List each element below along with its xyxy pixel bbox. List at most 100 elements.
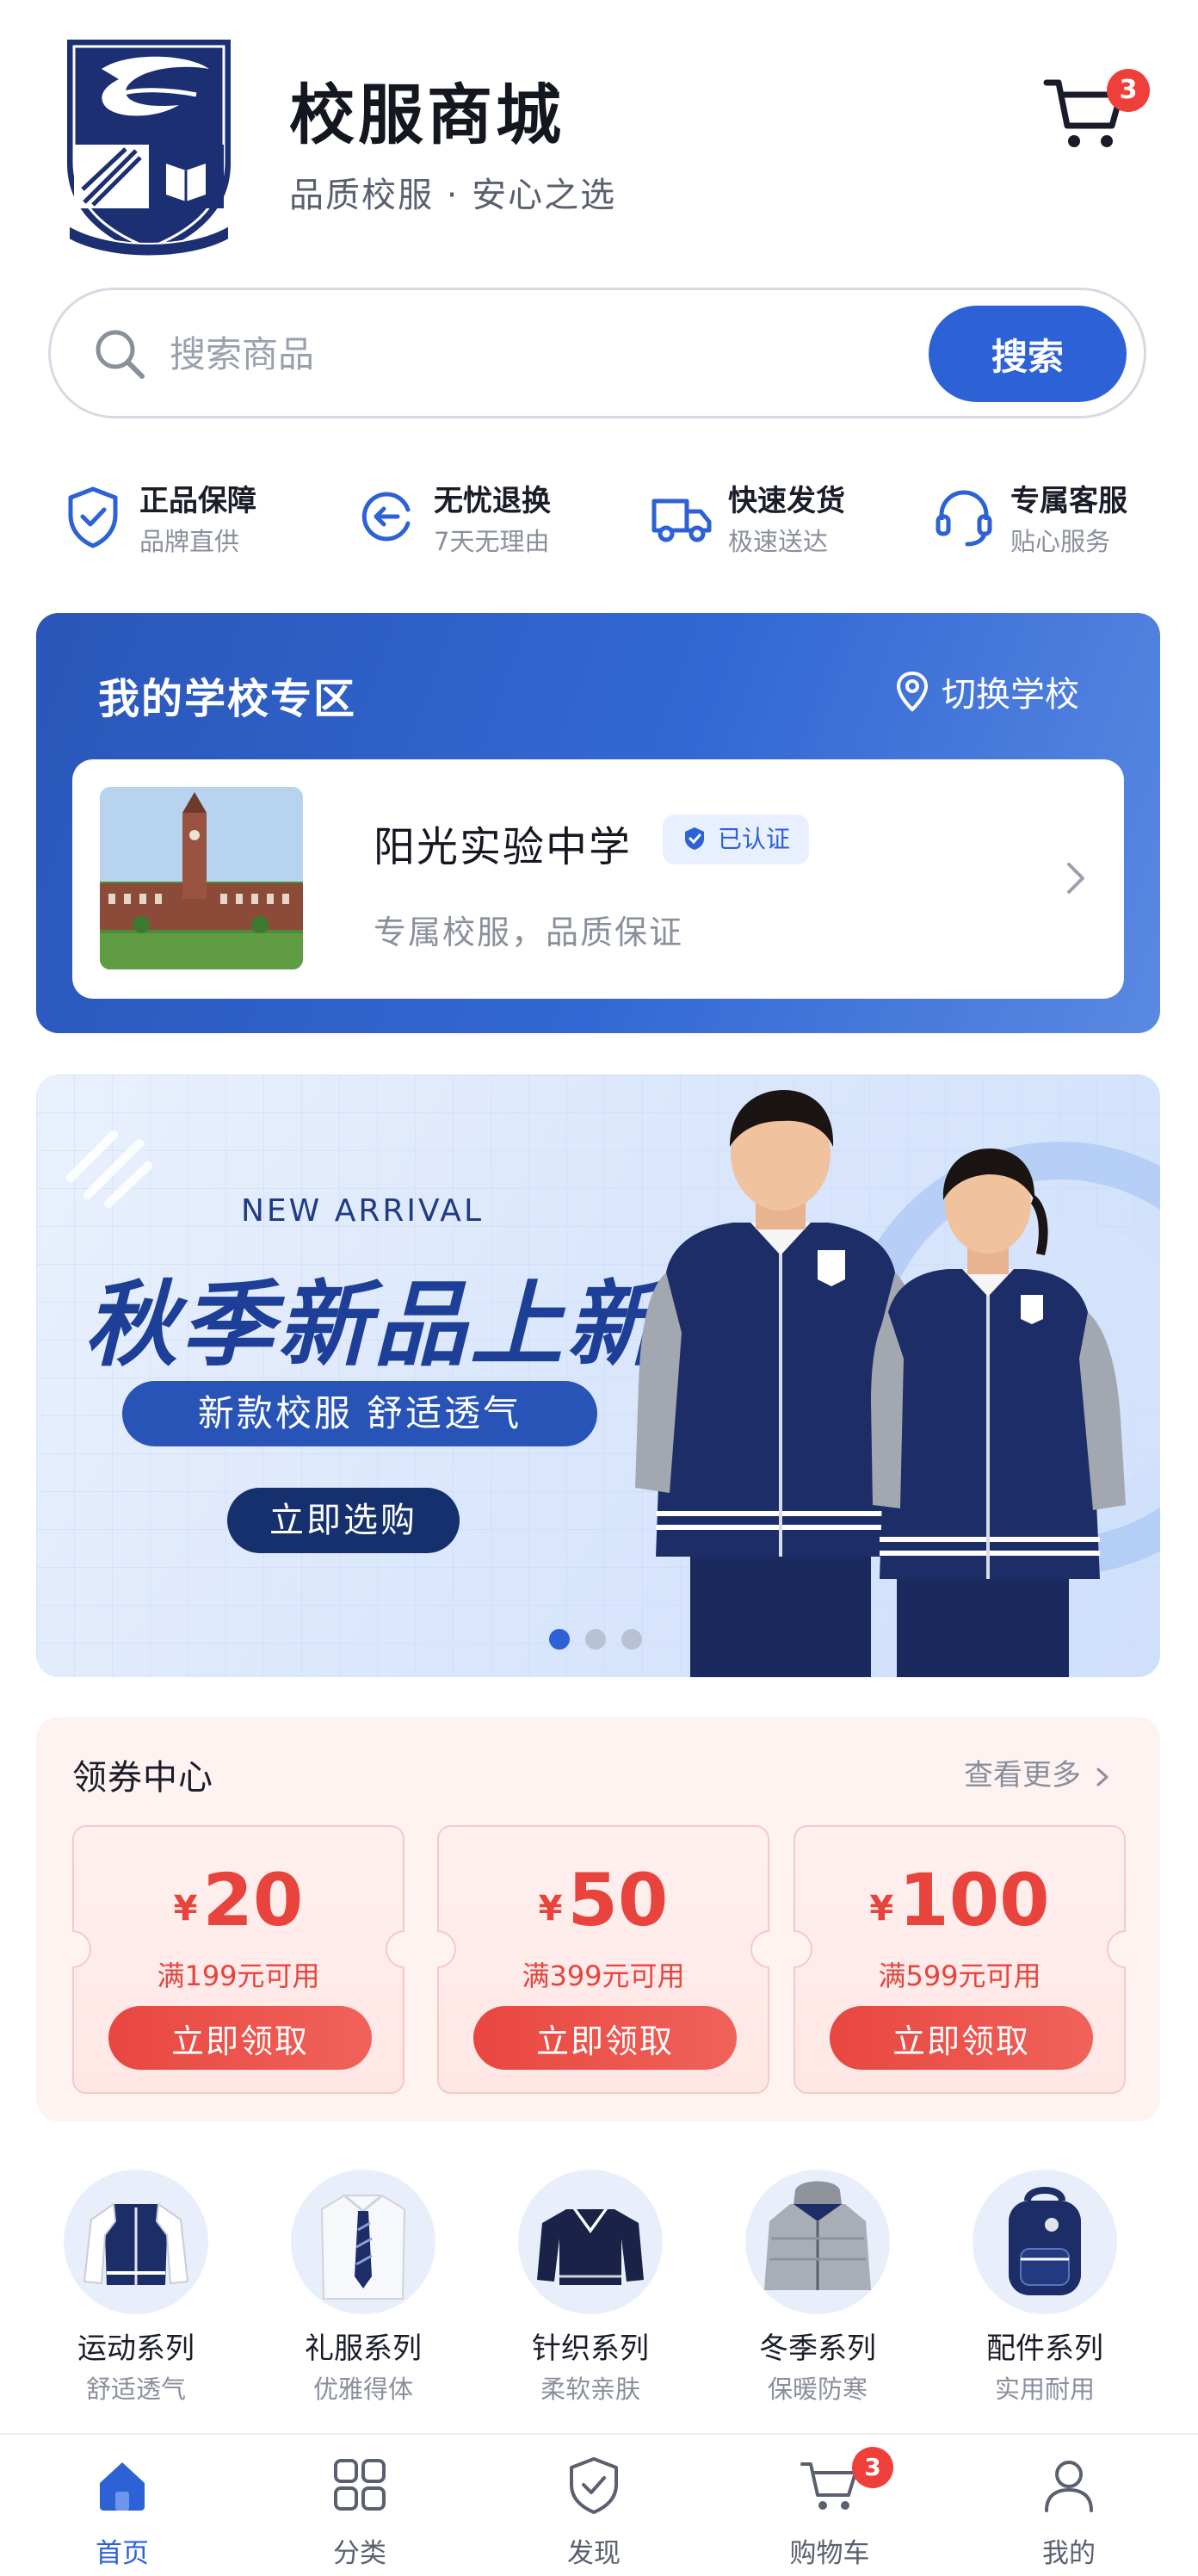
banner-eyebrow: NEW ARRIVAL <box>241 1193 484 1229</box>
tab-discover[interactable]: 发现 <box>491 2435 697 2576</box>
cart-count-badge: 3 <box>1107 69 1150 112</box>
search-button[interactable]: 搜索 <box>929 306 1127 402</box>
category-subtitle: 舒适透气 <box>85 2375 186 2404</box>
tab-profile[interactable]: 我的 <box>966 2435 1172 2576</box>
coupon-amount: ¥20 <box>74 1858 403 1942</box>
coupon-value: 20 <box>202 1858 304 1942</box>
app-subtitle: 品质校服 · 安心之选 <box>289 176 617 215</box>
bottom-tab-bar: 首页 分类 发现 3 购物车 我的 <box>0 2433 1198 2576</box>
user-icon <box>1045 2461 1093 2512</box>
feature-subtitle: 极速送达 <box>728 527 829 556</box>
coupon-card: ¥20 满199元可用 立即领取 <box>72 1825 404 2094</box>
school-photo <box>100 787 303 969</box>
category-name: 运动系列 <box>77 2331 195 2366</box>
feature-subtitle: 品牌直供 <box>139 527 240 556</box>
category-image <box>64 2170 208 2314</box>
view-more-label: 查看更多 <box>964 1758 1081 1793</box>
feature-subtitle: 7天无理由 <box>434 527 550 556</box>
category-accessories[interactable]: 配件系列 实用耐用 <box>942 2161 1148 2419</box>
tab-label: 分类 <box>333 2538 386 2569</box>
verified-label: 已认证 <box>718 825 791 853</box>
category-image <box>973 2170 1117 2314</box>
coupon-card: ¥100 满599元可用 立即领取 <box>794 1825 1126 2094</box>
cart-count-badge: 3 <box>852 2447 893 2488</box>
shield-check-icon <box>68 486 118 548</box>
category-knit[interactable]: 针织系列 柔软亲肤 <box>487 2161 694 2419</box>
category-winter[interactable]: 冬季系列 保暖防寒 <box>714 2161 921 2419</box>
school-name: 阳光实验中学 <box>374 823 633 871</box>
header-cart-button[interactable]: 3 <box>1041 69 1150 164</box>
shop-now-button[interactable]: 立即选购 <box>227 1488 460 1553</box>
tab-label: 购物车 <box>789 2538 870 2569</box>
category-image <box>518 2170 663 2314</box>
my-school-zone: 我的学校专区 切换学校 阳光实验中学 已认证 专属校服，品质保证 <box>36 613 1160 1033</box>
currency-symbol: ¥ <box>538 1889 563 1929</box>
search-input[interactable] <box>170 323 944 385</box>
carousel-dots <box>549 1629 652 1655</box>
truck-icon <box>651 498 712 542</box>
category-name: 配件系列 <box>986 2331 1103 2366</box>
promo-banner[interactable]: NEW ARRIVAL 秋季新品上新 新款校服 舒适透气 立即选购 <box>36 1074 1160 1677</box>
feature-title: 专属客服 <box>1010 484 1127 518</box>
girl-figure <box>871 1149 1126 1677</box>
claim-coupon-button[interactable]: 立即领取 <box>108 2006 372 2070</box>
verified-badge: 已认证 <box>663 814 810 864</box>
search-bar: 搜索 <box>48 288 1146 418</box>
app-header: 校服商城 品质校服 · 安心之选 3 <box>0 0 1198 276</box>
coupon-center-title: 领券中心 <box>72 1758 213 1798</box>
coupon-condition: 满399元可用 <box>522 1960 685 1992</box>
tab-label: 发现 <box>567 2538 621 2569</box>
feature-subtitle: 贴心服务 <box>1010 527 1111 556</box>
location-pin-icon <box>896 671 929 712</box>
coupon-amount: ¥50 <box>439 1858 768 1942</box>
switch-school-label: 切换学校 <box>942 675 1079 715</box>
search-icon <box>96 330 145 379</box>
coupon-condition: 满599元可用 <box>878 1960 1041 1992</box>
claim-coupon-button[interactable]: 立即领取 <box>830 2006 1093 2070</box>
app-title: 校服商城 <box>289 77 565 153</box>
carousel-dot-active[interactable] <box>549 1629 570 1650</box>
category-subtitle: 实用耐用 <box>994 2375 1095 2404</box>
coupon-value: 100 <box>898 1858 1050 1942</box>
claim-coupon-button[interactable]: 立即领取 <box>473 2006 737 2070</box>
category-name: 冬季系列 <box>759 2331 876 2366</box>
backpack-icon <box>1009 2187 1081 2295</box>
shirt-tie-icon <box>320 2194 406 2300</box>
chevron-right-icon <box>1096 1768 1108 1786</box>
service-features: 正品保障 品牌直供 无忧退换 7天无理由 快速发货 极速送达 专属客服 贴心服务 <box>0 472 1198 575</box>
coupon-center: 领券中心 查看更多 ¥20 满199元可用 立即领取 ¥50 满399元可用 立… <box>36 1717 1160 2121</box>
tab-category[interactable]: 分类 <box>256 2435 463 2576</box>
view-more-link[interactable]: 查看更多 <box>964 1751 1112 1793</box>
coupon-value: 50 <box>567 1858 669 1942</box>
sports-jacket-icon <box>83 2202 189 2285</box>
cart-icon <box>800 2462 857 2510</box>
tab-label: 首页 <box>96 2538 149 2569</box>
tab-home[interactable]: 首页 <box>19 2435 225 2576</box>
school-logo <box>59 34 239 260</box>
school-description: 专属校服，品质保证 <box>374 913 684 951</box>
tab-cart[interactable]: 3 购物车 <box>726 2435 933 2576</box>
category-formal[interactable]: 礼服系列 优雅得体 <box>260 2161 466 2419</box>
category-name: 针织系列 <box>532 2331 649 2366</box>
headset-icon <box>936 490 992 547</box>
school-card[interactable]: 阳光实验中学 已认证 专属校服，品质保证 <box>72 759 1124 999</box>
feature-title: 正品保障 <box>139 484 256 518</box>
home-icon <box>100 2462 145 2511</box>
verified-check-icon <box>685 827 704 850</box>
winter-coat-icon <box>764 2181 871 2290</box>
category-image <box>745 2170 890 2314</box>
currency-symbol: ¥ <box>173 1889 198 1929</box>
category-sports[interactable]: 运动系列 舒适透气 <box>33 2161 239 2419</box>
carousel-dot[interactable] <box>585 1629 606 1650</box>
feature-title: 快速发货 <box>728 484 845 518</box>
chevron-right-icon <box>1067 863 1084 894</box>
discover-shield-icon <box>570 2457 618 2514</box>
switch-school-button[interactable]: 切换学校 <box>893 666 1079 715</box>
feature-title: 无忧退换 <box>434 484 551 518</box>
sweater-icon <box>537 2209 644 2285</box>
category-subtitle: 柔软亲肤 <box>540 2375 640 2404</box>
students-in-uniform-image <box>635 1090 1126 1677</box>
return-icon <box>361 492 411 542</box>
category-subtitle: 优雅得体 <box>312 2375 413 2404</box>
carousel-dot[interactable] <box>621 1629 642 1650</box>
